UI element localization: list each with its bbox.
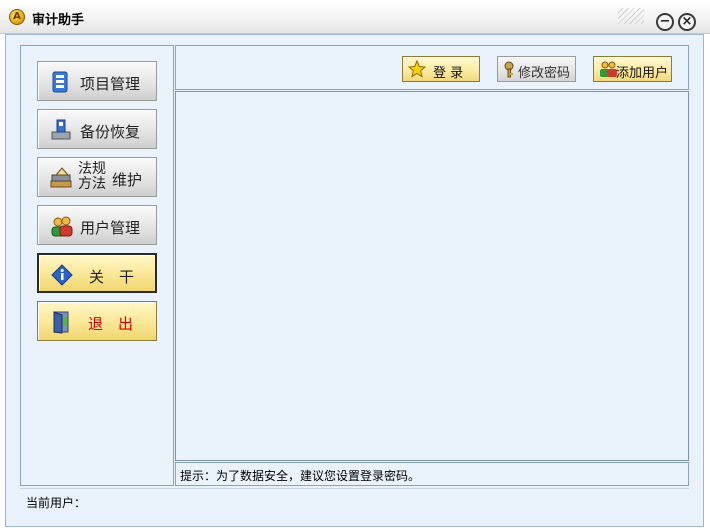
sidebar-item-project-management[interactable]: 项目管理	[37, 61, 157, 101]
star-icon	[407, 59, 427, 82]
books-icon	[50, 166, 72, 190]
login-button[interactable]: 登 录	[402, 56, 480, 82]
app-logo-icon: A	[9, 9, 25, 25]
project-icon	[50, 70, 72, 94]
title-bar: A 审计助手 − ×	[0, 0, 710, 34]
sidebar-item-label: 备份恢复	[80, 123, 141, 141]
sidebar-item-exit[interactable]: 退 出	[37, 301, 157, 341]
sidebar-item-about[interactable]: 关 干	[37, 253, 157, 293]
exit-door-icon	[50, 310, 72, 334]
sidebar-item-label: 退 出	[88, 315, 134, 333]
close-button[interactable]: ×	[678, 13, 696, 31]
sidebar-item-label: 项目管理	[80, 75, 141, 93]
main-content-area	[175, 91, 689, 461]
key-icon	[503, 60, 519, 82]
status-bar: 当前用户：	[20, 488, 689, 512]
sidebar: 项目管理 备份恢复 法规 方法 维护 用户管理 关 干 退 出	[20, 45, 174, 486]
add-user-label: 添加用户	[616, 66, 669, 81]
change-password-button[interactable]: 修改密码	[497, 56, 576, 82]
sidebar-item-regulation-maintenance[interactable]: 法规 方法 维护	[37, 157, 157, 197]
sidebar-item-backup-restore[interactable]: 备份恢复	[37, 109, 157, 149]
login-label: 登 录	[433, 66, 464, 81]
backup-icon	[50, 118, 72, 142]
sidebar-item-user-management[interactable]: 用户管理	[37, 205, 157, 245]
sidebar-item-label-line1: 法规	[78, 161, 106, 177]
add-user-button[interactable]: 添加用户	[593, 56, 672, 82]
minimize-button[interactable]: −	[656, 13, 674, 31]
toolbar: 登 录 修改密码 添加用户	[175, 45, 689, 90]
current-user-label: 当前用户：	[26, 496, 87, 510]
window-title: 审计助手	[32, 13, 85, 28]
info-icon	[51, 263, 73, 287]
sidebar-item-label: 关 干	[89, 268, 135, 286]
change-password-label: 修改密码	[518, 66, 571, 81]
sidebar-item-label-line2: 方法	[78, 176, 106, 192]
hint-bar: 提示：为了数据安全，建议您设置登录密码。	[175, 462, 689, 486]
title-grip-decoration	[618, 8, 644, 24]
sidebar-item-label-side: 维护	[112, 171, 143, 189]
sidebar-item-label: 用户管理	[80, 219, 141, 237]
hint-text: 提示：为了数据安全，建议您设置登录密码。	[180, 469, 421, 483]
users-icon	[50, 214, 73, 238]
